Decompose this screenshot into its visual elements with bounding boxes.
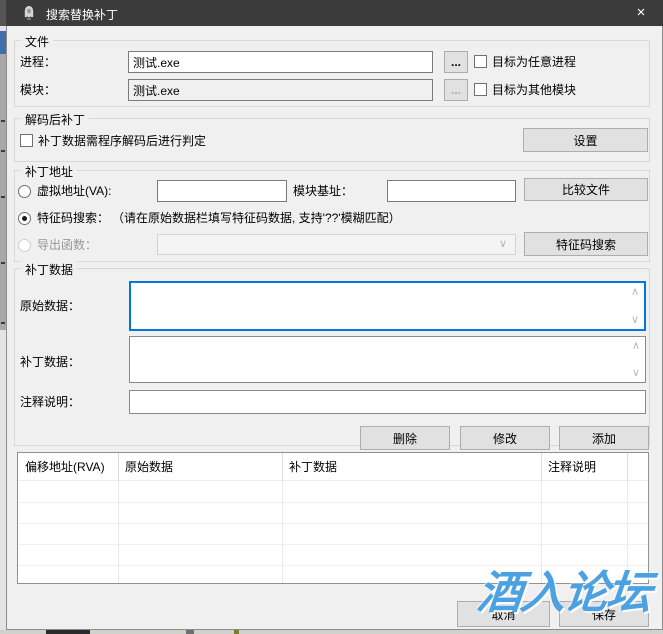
signature-label[interactable]: 特征码搜索：	[37, 208, 109, 228]
table-header: 偏移地址(RVA) 原始数据 补丁数据 注释说明	[18, 453, 648, 481]
background-window-bottom-sliver	[0, 630, 663, 634]
other-module-checkbox[interactable]	[474, 83, 487, 96]
chevron-down-icon: ∨	[499, 237, 507, 250]
address-group-title: 补丁地址	[21, 163, 77, 180]
desktop: 搜索替换补丁 × 文件 进程： ... 目标为任意进程 模块： ... 目标为其…	[0, 0, 663, 634]
add-button[interactable]: 添加	[559, 426, 649, 450]
settings-button[interactable]: 设置	[523, 128, 648, 152]
column-header-original[interactable]: 原始数据	[118, 453, 282, 481]
patch-list-table[interactable]: 偏移地址(RVA) 原始数据 补丁数据 注释说明	[17, 452, 649, 584]
any-process-checkbox[interactable]	[474, 55, 487, 68]
original-data-label: 原始数据：	[20, 296, 80, 316]
column-header-rva[interactable]: 偏移地址(RVA)	[18, 453, 118, 481]
title-bar[interactable]: 搜索替换补丁 ×	[6, 0, 663, 26]
any-process-label[interactable]: 目标为任意进程	[492, 52, 576, 72]
scroll-down-icon[interactable]: ∨	[631, 315, 639, 325]
export-func-label: 导出函数：	[37, 235, 97, 255]
patch-data-label: 补丁数据：	[20, 352, 80, 372]
scroll-down-icon[interactable]: ∨	[632, 368, 640, 378]
signature-radio[interactable]	[18, 212, 31, 225]
compare-file-button[interactable]: 比较文件	[524, 178, 648, 201]
process-browse-button[interactable]: ...	[444, 51, 468, 73]
file-group-title: 文件	[21, 33, 53, 50]
window-title: 搜索替换补丁	[46, 6, 118, 23]
decode-checkbox[interactable]	[20, 134, 33, 147]
delete-button[interactable]: 删除	[360, 426, 450, 450]
other-module-label[interactable]: 目标为其他模块	[492, 80, 576, 100]
export-func-dropdown: ∨	[157, 234, 516, 255]
module-browse-button: ...	[444, 79, 468, 101]
original-data-textarea[interactable]: ∧ ∨	[129, 281, 646, 331]
va-input[interactable]	[157, 180, 287, 202]
module-base-label: 模块基址：	[293, 181, 353, 201]
patch-data-group-title: 补丁数据	[21, 261, 77, 278]
close-icon[interactable]: ×	[631, 3, 651, 23]
module-base-input[interactable]	[387, 180, 516, 202]
va-label[interactable]: 虚拟地址(VA):	[37, 181, 111, 201]
save-button[interactable]: 保存	[559, 601, 649, 627]
scroll-up-icon[interactable]: ∧	[632, 341, 640, 351]
modify-button[interactable]: 修改	[460, 426, 550, 450]
module-input	[128, 79, 433, 101]
export-func-radio	[18, 239, 31, 252]
cancel-button[interactable]: 取消	[457, 601, 550, 627]
scroll-up-icon[interactable]: ∧	[631, 287, 639, 297]
patch-data-textarea[interactable]: ∧ ∨	[129, 336, 646, 383]
app-icon	[21, 5, 37, 21]
signature-hint: （请在原始数据栏填写特征码数据, 支持'??'模糊匹配）	[112, 208, 401, 228]
decode-group-title: 解码后补丁	[21, 111, 89, 128]
column-header-comment[interactable]: 注释说明	[541, 453, 627, 481]
column-header-patch[interactable]: 补丁数据	[282, 453, 541, 481]
decode-checkbox-label[interactable]: 补丁数据需程序解码后进行判定	[38, 131, 206, 151]
comment-input[interactable]	[129, 390, 646, 414]
process-input[interactable]	[128, 51, 433, 73]
module-label: 模块：	[20, 80, 56, 100]
va-radio[interactable]	[18, 185, 31, 198]
comment-label: 注释说明：	[20, 392, 80, 412]
process-label: 进程：	[20, 52, 56, 72]
signature-search-button[interactable]: 特征码搜索	[524, 232, 648, 256]
